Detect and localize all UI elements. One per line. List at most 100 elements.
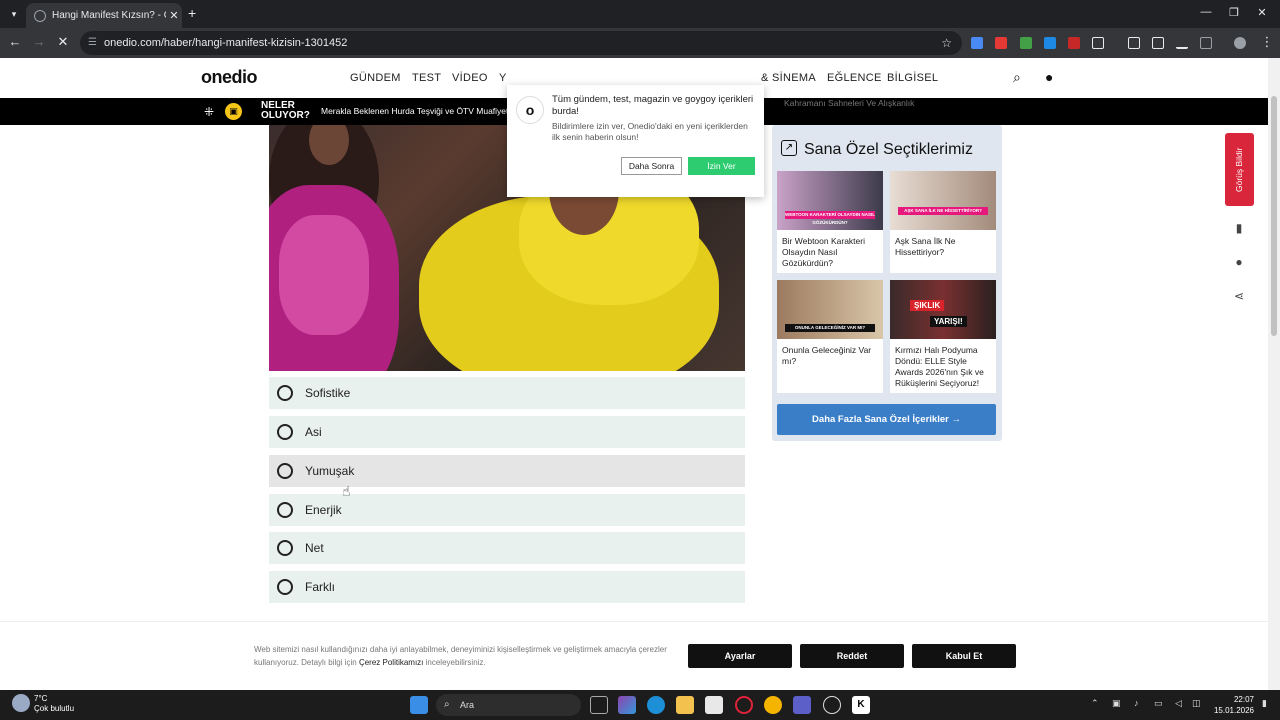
profile-icon[interactable] xyxy=(1234,37,1246,49)
quiz-option-label: Farklı xyxy=(305,580,335,594)
recommendation-card[interactable]: ŞIKLIK YARIŞI! Kırmızı Halı Podyuma Dönd… xyxy=(890,280,996,393)
minimize-icon[interactable]: — xyxy=(1196,6,1216,18)
card-title: Kırmızı Halı Podyuma Döndü: ELLE Style A… xyxy=(895,345,984,388)
quiz-option[interactable]: Asi xyxy=(269,416,745,448)
news-badge-icon[interactable]: ▣ xyxy=(225,103,242,120)
close-window-icon[interactable]: ✕ xyxy=(1252,6,1272,19)
notification-body: Bildirimlere izin ver, Onedio'daki en ye… xyxy=(552,121,748,142)
task-view-icon[interactable] xyxy=(590,696,608,714)
tray-app-icon[interactable]: ▣ xyxy=(1112,698,1121,709)
settings-icon[interactable] xyxy=(823,696,841,714)
quiz-option[interactable]: Net xyxy=(269,532,745,564)
feedback-button[interactable]: Görüş Bildir xyxy=(1225,133,1254,206)
chrome-icon[interactable] xyxy=(764,696,782,714)
recommendation-card[interactable]: AŞK SANA İLK NE HİSSETTİRİYOR? Aşk Sana … xyxy=(890,171,996,273)
radio-icon[interactable] xyxy=(277,579,293,595)
maximize-icon[interactable]: ❐ xyxy=(1224,6,1244,19)
ticker-headline-2[interactable]: Kahramanı Sahneleri Ve Alışkanlık xyxy=(784,98,914,108)
copilot-icon[interactable] xyxy=(618,696,636,714)
system-clock[interactable]: 22:07 15.01.2026 xyxy=(1206,694,1254,716)
weather-icon[interactable] xyxy=(12,694,30,712)
radio-icon[interactable] xyxy=(277,463,293,479)
cookie-banner: Web sitemizi nasıl kullandığınızı daha i… xyxy=(0,621,1268,690)
tray-chevron-icon[interactable]: ⌃ xyxy=(1091,698,1099,709)
page-scrollbar[interactable] xyxy=(1268,58,1280,690)
cookie-policy-link[interactable]: Çerez Politikamızı xyxy=(359,658,423,667)
k-app-icon[interactable]: K xyxy=(852,696,870,714)
cookie-accept-button[interactable]: Kabul Et xyxy=(912,644,1016,668)
search-icon[interactable]: ⌕ xyxy=(1013,69,1021,86)
start-icon[interactable] xyxy=(410,696,428,714)
new-tab-button[interactable]: + xyxy=(188,5,196,21)
ticker-headline[interactable]: Merakla Beklenen Hurda Teşviği ve ÖTV Mu… xyxy=(321,106,517,116)
nav-bilgisel[interactable]: BİLGİSEL xyxy=(887,72,938,84)
cookie-settings-button[interactable]: Ayarlar xyxy=(688,644,792,668)
comments-icon[interactable]: ● xyxy=(1230,253,1248,271)
extension-icon[interactable] xyxy=(995,37,1007,49)
user-icon[interactable]: ● xyxy=(1045,69,1053,85)
extension-icon[interactable] xyxy=(1044,37,1056,49)
search-icon: ⌕ xyxy=(444,699,450,710)
recommendation-card[interactable]: ONUNLA GELECEĞİNİZ VAR MI? Onunla Gelece… xyxy=(777,280,883,393)
address-bar[interactable]: ☰ onedio.com/haber/hangi-manifest-kizisi… xyxy=(80,31,962,55)
teams-icon[interactable] xyxy=(793,696,811,714)
scrollbar-thumb[interactable] xyxy=(1271,96,1277,336)
site-info-icon[interactable]: ☰ xyxy=(88,31,97,55)
back-icon[interactable]: ← xyxy=(6,34,24,49)
radio-icon[interactable] xyxy=(277,424,293,440)
extension-icon[interactable] xyxy=(1020,37,1032,49)
taskbar-search[interactable]: ⌕ Ara xyxy=(436,694,581,716)
radio-icon[interactable] xyxy=(277,385,293,401)
extension-icon[interactable] xyxy=(1152,37,1164,49)
tab-search-icon[interactable]: ▾ xyxy=(6,6,22,22)
radio-icon[interactable] xyxy=(277,502,293,518)
extensions-puzzle-icon[interactable] xyxy=(1092,37,1104,49)
quiz-option[interactable]: Enerjik xyxy=(269,494,745,526)
cookie-text: Web sitemizi nasıl kullandığınızı daha i… xyxy=(254,643,674,669)
stop-loading-icon[interactable]: ✕ xyxy=(54,34,72,50)
share-icon[interactable]: ⋖ xyxy=(1230,287,1248,305)
network-icon[interactable]: ◫ xyxy=(1192,698,1201,709)
nav-gundem[interactable]: GÜNDEM xyxy=(350,72,401,84)
extension-icon[interactable] xyxy=(1200,37,1212,49)
file-explorer-icon[interactable] xyxy=(676,696,694,714)
quiz-option[interactable]: Farklı xyxy=(269,571,745,603)
date: 15.01.2026 xyxy=(1213,706,1254,715)
notifications-icon[interactable]: ▮ xyxy=(1262,698,1267,709)
card-tag: WEBTOON KARAKTERİ OLSAYDIN NASIL GÖZÜKÜR… xyxy=(785,211,876,225)
browser-menu-icon[interactable]: ⋮ xyxy=(1258,34,1276,50)
more-content-button[interactable]: Daha Fazla Sana Özel İçerikler → xyxy=(777,404,996,435)
extension-icon[interactable] xyxy=(1128,37,1140,49)
later-button[interactable]: Daha Sonra xyxy=(621,157,682,175)
quiz-option[interactable]: Yumuşak xyxy=(269,455,745,487)
recommendation-card[interactable]: WEBTOON KARAKTERİ OLSAYDIN NASIL GÖZÜKÜR… xyxy=(777,171,883,273)
opera-icon[interactable] xyxy=(735,696,753,714)
translate-extension-icon[interactable] xyxy=(971,37,983,49)
downloads-icon[interactable] xyxy=(1176,37,1188,49)
radio-icon[interactable] xyxy=(277,540,293,556)
allow-button[interactable]: İzin Ver xyxy=(688,157,755,175)
edge-icon[interactable] xyxy=(647,696,665,714)
forward-icon[interactable]: → xyxy=(30,34,48,49)
nav-test[interactable]: TEST xyxy=(412,72,441,84)
nav-eglence[interactable]: EĞLENCE xyxy=(827,72,882,84)
site-logo[interactable]: onedio xyxy=(201,67,258,88)
ticker-label: NELER OLUYOR? xyxy=(261,101,310,121)
grid-menu-icon[interactable]: ⁜ xyxy=(204,105,214,119)
store-icon[interactable] xyxy=(705,696,723,714)
bookmark-icon[interactable]: ▮ xyxy=(1230,219,1248,237)
microphone-icon[interactable]: ♪ xyxy=(1134,698,1139,708)
browser-tab[interactable]: Hangi Manifest Kızsın? - Oned ✕ xyxy=(26,3,182,28)
volume-icon[interactable]: ◁ xyxy=(1175,698,1182,709)
time: 22:07 xyxy=(1233,695,1254,704)
bookmark-star-icon[interactable]: ☆ xyxy=(941,31,952,55)
extension-icon[interactable] xyxy=(1068,37,1080,49)
close-tab-icon[interactable]: ✕ xyxy=(166,9,182,22)
nav-yasam[interactable]: Y xyxy=(499,72,507,84)
cookie-reject-button[interactable]: Reddet xyxy=(800,644,904,668)
quiz-option[interactable]: Sofistike xyxy=(269,377,745,409)
nav-sinema[interactable]: & SİNEMA xyxy=(761,72,816,84)
keyboard-icon[interactable]: ▭ xyxy=(1154,698,1163,709)
nav-video[interactable]: VİDEO xyxy=(452,72,488,84)
weather-widget[interactable]: 7°C Çok bulutlu xyxy=(34,694,74,714)
